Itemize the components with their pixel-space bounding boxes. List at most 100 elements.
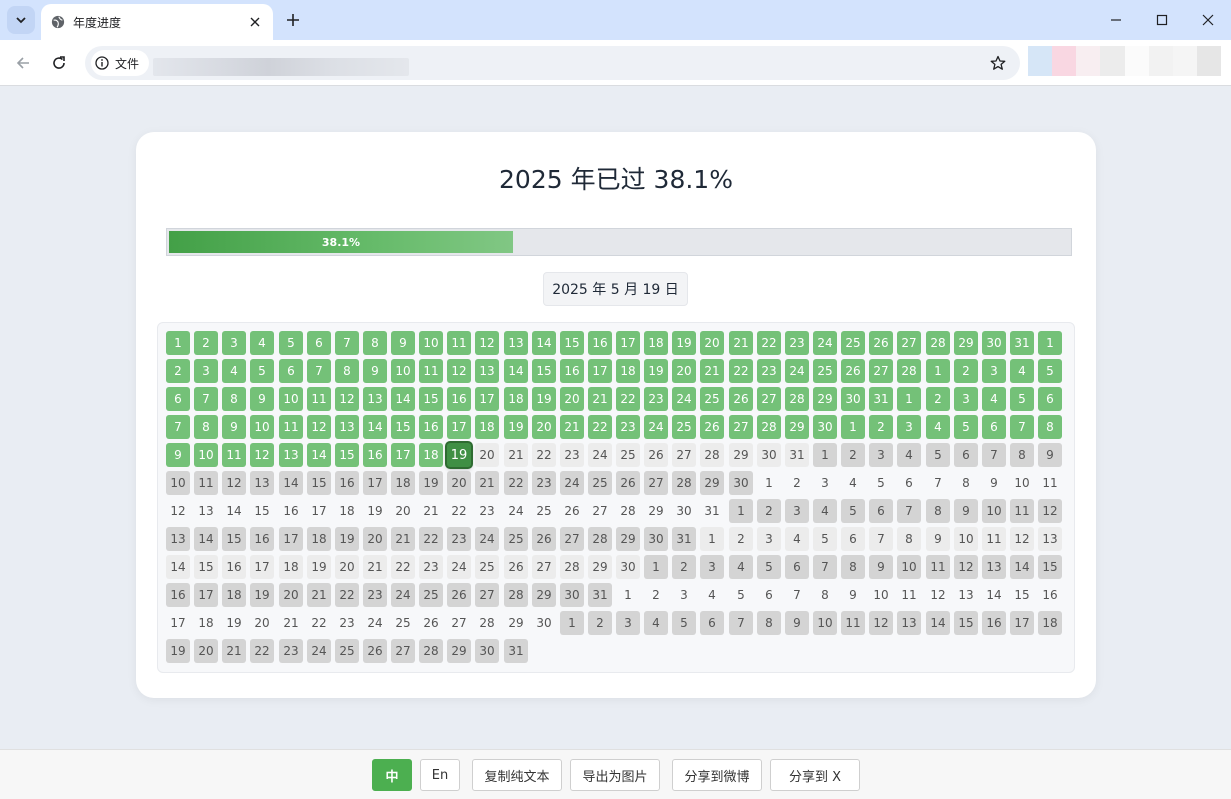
day-cell: 6 [166,387,190,411]
day-cell: 16 [363,443,387,467]
share-x-button[interactable]: 分享到 X [770,759,860,791]
day-cell: 4 [708,588,716,602]
day-cell: 13 [335,415,359,439]
day-cell: 7 [335,331,359,355]
new-tab-button[interactable] [281,8,305,32]
bookmark-button[interactable] [988,53,1008,73]
day-cell: 31 [704,504,720,518]
day-cell: 3 [954,387,978,411]
day-cell: 5 [841,499,865,523]
day-cell: 8 [962,476,970,490]
tab-search-button[interactable] [7,6,35,34]
day-cell: 4 [222,359,246,383]
day-cell: 22 [616,387,640,411]
day-cell: 4 [250,331,274,355]
reload-button[interactable] [45,49,73,77]
day-cell: 20 [395,504,411,518]
day-cell: 12 [307,415,331,439]
site-label: 文件 [115,56,140,71]
day-cell: 13 [363,387,387,411]
day-cell: 22 [504,471,528,495]
back-button[interactable] [9,49,37,77]
day-cell: 11 [1010,499,1034,523]
day-cell: 28 [700,443,724,467]
day-cell: 2 [652,588,660,602]
browser-tab[interactable]: 年度进度 [41,4,273,40]
day-cell: 4 [644,611,668,635]
day-cell: 11 [419,359,443,383]
tab-close-button[interactable] [245,12,265,32]
day-cell: 2 [194,331,218,355]
day-cell: 11 [447,331,471,355]
day-cell: 24 [391,583,415,607]
day-cell: 7 [166,415,190,439]
day-cell: 2 [588,611,612,635]
day-cell: 18 [504,387,528,411]
day-cell: 14 [532,331,556,355]
address-bar[interactable]: 文件 [85,46,1020,80]
day-cell: 24 [307,639,331,663]
day-cell: 9 [166,443,190,467]
day-cell: 8 [897,527,921,551]
lang-zh-button[interactable]: 中 [372,759,412,791]
day-cell: 30 [813,415,837,439]
day-cell: 30 [729,471,753,495]
day-cell: 5 [813,527,837,551]
day-cell: 16 [222,555,246,579]
day-cell: 24 [508,504,524,518]
maximize-button[interactable] [1139,0,1185,40]
day-cell: 7 [813,555,837,579]
day-cell: 23 [447,527,471,551]
day-cell: 29 [532,583,556,607]
day-cell: 28 [560,555,584,579]
day-cell: 14 [307,443,331,467]
day-cell: 19 [504,415,528,439]
day-cell: 1 [700,527,724,551]
day-cell: 22 [729,359,753,383]
day-cell: 26 [841,359,865,383]
day-cell: 9 [954,499,978,523]
day-cell: 21 [423,504,439,518]
day-cell: 16 [166,583,190,607]
day-cell: 13 [982,555,1006,579]
share-weibo-button[interactable]: 分享到微博 [672,759,762,791]
day-cell: 21 [307,583,331,607]
day-cell: 12 [250,443,274,467]
day-cell: 2 [166,359,190,383]
day-cell: 14 [986,588,1002,602]
day-cell: 28 [419,639,443,663]
day-cell: 14 [279,471,303,495]
day-cell: 3 [821,476,829,490]
day-cell: 31 [785,443,809,467]
day-cell: 27 [532,555,556,579]
copy-text-button[interactable]: 复制纯文本 [472,759,562,791]
day-cell: 8 [926,499,950,523]
day-cell: 19 [367,504,383,518]
day-cell: 12 [1010,527,1034,551]
day-cell: 30 [676,504,692,518]
close-icon [250,17,260,27]
lang-en-button[interactable]: En [420,759,460,791]
day-cell: 4 [729,555,753,579]
day-cell: 13 [504,331,528,355]
day-cell: 29 [954,331,978,355]
day-cell: 7 [307,359,331,383]
site-info-chip[interactable]: 文件 [91,50,409,76]
day-cell: 17 [170,616,186,630]
day-cell: 18 [339,504,355,518]
day-cell: 25 [504,527,528,551]
day-cell: 17 [1010,611,1034,635]
export-image-button[interactable]: 导出为图片 [570,759,660,791]
day-cell: 1 [624,588,632,602]
year-progress-fill: 38.1% [169,231,513,253]
day-cell: 6 [765,588,773,602]
page-title: 2025 年已过 38.1% [499,165,733,194]
day-cell: 15 [1038,555,1062,579]
window-close-button[interactable] [1185,0,1231,40]
day-cell: 27 [672,443,696,467]
day-cell: 12 [335,387,359,411]
day-cell: 11 [194,471,218,495]
minimize-button[interactable] [1093,0,1139,40]
day-cell: 2 [672,555,696,579]
day-cell: 23 [616,415,640,439]
